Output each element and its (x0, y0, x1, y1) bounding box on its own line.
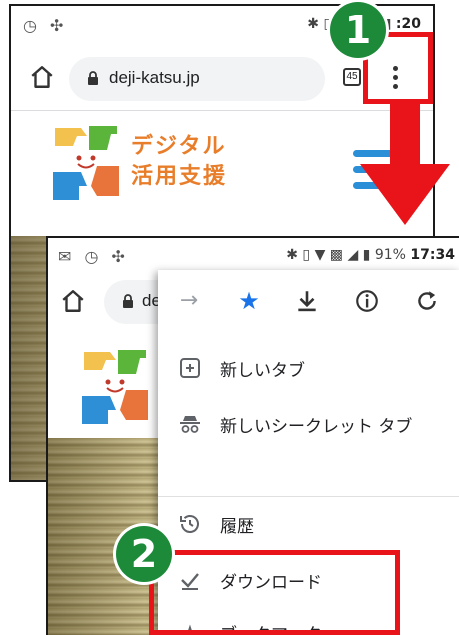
info-icon[interactable] (354, 288, 380, 314)
lock-icon (123, 294, 133, 308)
status-left-icons: ◷ ✣ (23, 16, 68, 35)
hands-logo-icon (53, 126, 119, 200)
home-icon[interactable] (60, 288, 86, 314)
step-2-badge: 2 (116, 526, 172, 582)
tab-switcher-button[interactable]: 45 (343, 68, 361, 86)
brand-line-1: デジタル (131, 134, 227, 159)
forward-icon[interactable]: → (176, 288, 202, 314)
brand-line-2: 活用支援 (131, 164, 228, 189)
menu-item-new-tab[interactable]: 新しいタブ (158, 340, 459, 396)
incognito-icon (180, 416, 200, 433)
hands-logo-icon (82, 350, 148, 424)
home-icon[interactable] (29, 64, 55, 90)
red-down-arrow-icon (360, 100, 450, 225)
menu-item-history[interactable]: 履歴 (158, 496, 459, 552)
address-bar[interactable]: deji-katsu.jp (69, 57, 325, 101)
status-left-icons: ✉ ◷ ✣ (58, 247, 129, 266)
menu-item-new-incognito-tab[interactable]: 新しいシークレット タブ (158, 396, 459, 452)
lock-icon (88, 71, 98, 85)
highlight-bookmarks (149, 550, 400, 635)
bookmark-star-icon[interactable]: ★ (236, 288, 262, 314)
history-icon (180, 515, 199, 533)
reload-icon[interactable] (414, 288, 440, 314)
step-1-badge: 1 (330, 2, 386, 58)
status-time: 17:34 (410, 247, 455, 263)
menu-toolbar: → ★ (158, 270, 459, 332)
status-time: :20 (395, 16, 421, 32)
download-icon[interactable] (294, 288, 320, 314)
battery-level: 91% (374, 247, 406, 263)
url-text: deji-katsu.jp (109, 68, 200, 87)
menu-item-label: 新しいタブ (220, 361, 305, 381)
menu-item-label: 履歴 (220, 517, 254, 537)
site-brand-text: デジタル 活用支援 (131, 132, 227, 192)
plus-box-icon (180, 358, 200, 378)
menu-item-label: 新しいシークレット タブ (220, 417, 413, 437)
status-right-icons: ✱ ▯ ▼ ▩ ◢ ▮ 91% 17:34 (286, 247, 455, 263)
